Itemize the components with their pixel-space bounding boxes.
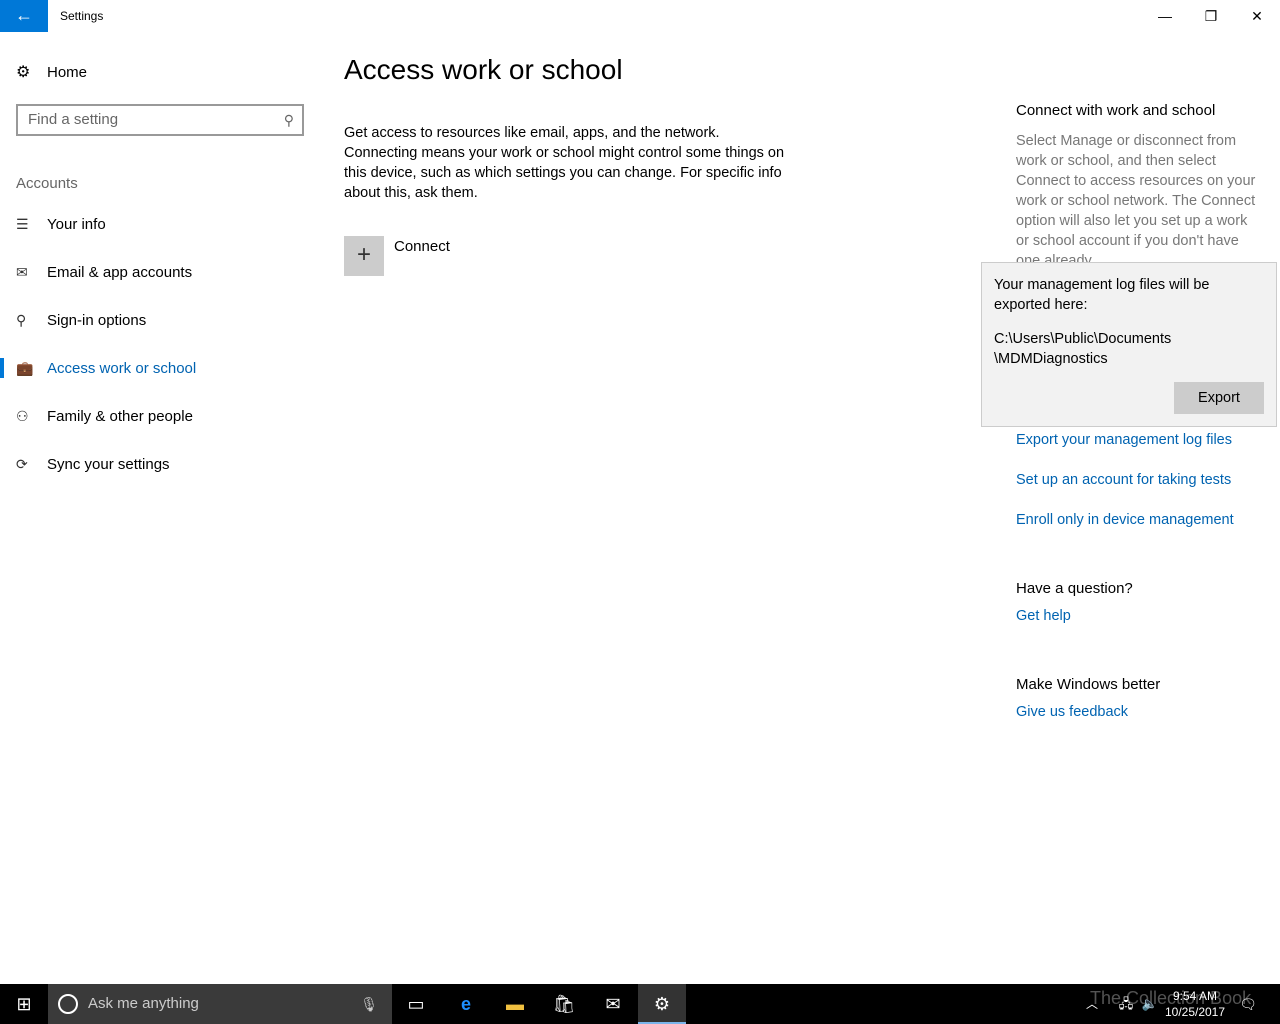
title-bar: ← Settings — ❐ ✕ xyxy=(0,0,1280,32)
briefcase-icon: 💼 xyxy=(16,359,34,376)
nav-label: Email & app accounts xyxy=(47,263,193,281)
show-hidden-icons[interactable]: ︿ xyxy=(1080,984,1104,1024)
help-text: Select Manage or disconnect from work or… xyxy=(1016,133,1256,263)
folder-icon: ▬ xyxy=(506,994,524,1014)
mail-icon: ✉ xyxy=(16,263,28,280)
page-title: Access work or school xyxy=(344,54,623,85)
export-button[interactable]: Export xyxy=(1174,382,1264,414)
nav-label: Sign-in options xyxy=(47,311,147,329)
person-list-icon: ☰ xyxy=(16,215,29,232)
close-button[interactable]: ✕ xyxy=(1234,0,1280,32)
sidebar-item-sign-in[interactable]: ⚲ Sign-in options xyxy=(0,300,320,340)
sidebar-item-your-info[interactable]: ☰ Your info xyxy=(0,204,320,244)
start-button[interactable]: ⊞ xyxy=(0,984,48,1024)
network-button[interactable]: 🖧 xyxy=(1114,984,1138,1024)
nav-label: Access work or school xyxy=(47,359,197,377)
sidebar-item-family[interactable]: ⚇ Family & other people xyxy=(0,396,320,436)
clock[interactable]: 9:54 AM 10/25/2017 xyxy=(1160,988,1230,1020)
nav-label: Your info xyxy=(47,215,106,233)
window-title: Settings xyxy=(60,9,104,23)
volume-button[interactable]: 🔈 xyxy=(1140,984,1160,1024)
microphone-icon: 🎙 xyxy=(360,996,378,1012)
action-center-button[interactable]: 🗨 xyxy=(1236,984,1260,1024)
taskbar: ⊞ Ask me anything 🎙 ▭ e ▬ 🛍 ✉ ⚙ The Colle… xyxy=(0,984,1280,1024)
mail-button[interactable]: ✉ xyxy=(589,984,637,1024)
file-explorer-button[interactable]: ▬ xyxy=(491,984,539,1024)
page-description: Get access to resources like email, apps… xyxy=(344,125,785,201)
home-label: Home xyxy=(47,63,88,81)
connect-button[interactable]: + Connect xyxy=(344,236,450,276)
person-add-icon: ⚇ xyxy=(16,407,29,424)
date: 10/25/2017 xyxy=(1164,1005,1226,1019)
help-heading: Connect with work and school xyxy=(1016,102,1216,119)
flyout-message: Your management log files will be export… xyxy=(994,277,1210,313)
connect-label: Connect xyxy=(394,238,450,255)
back-button[interactable]: ← xyxy=(0,0,48,32)
test-account-link[interactable]: Set up an account for taking tests xyxy=(1016,472,1256,488)
get-help-link[interactable]: Get help xyxy=(1016,608,1256,624)
cortana-icon xyxy=(58,994,78,1014)
store-icon: 🛍 xyxy=(552,994,576,1014)
plus-icon: + xyxy=(344,236,384,276)
task-view-button[interactable]: ▭ xyxy=(392,984,440,1024)
flyout-path-1: C:\Users\Public\Documents xyxy=(994,331,1172,347)
windows-logo-icon: ⊞ xyxy=(16,994,32,1014)
home-link[interactable]: ⚙ Home xyxy=(16,62,87,82)
edge-icon: e xyxy=(460,994,471,1014)
search-input[interactable]: Find a setting ⚲ xyxy=(16,104,304,136)
task-view-icon: ▭ xyxy=(407,994,425,1014)
export-flyout: Your management log files will be export… xyxy=(981,262,1277,427)
key-icon: ⚲ xyxy=(16,311,27,328)
flyout-path-2: \MDMDiagnostics xyxy=(994,351,1108,367)
arrow-left-icon: ← xyxy=(15,5,33,25)
question-heading: Have a question? xyxy=(1016,580,1133,597)
sidebar-item-access-work[interactable]: 💼 Access work or school xyxy=(0,348,320,388)
gear-icon: ⚙ xyxy=(653,994,671,1014)
nav-label: Family & other people xyxy=(47,407,193,425)
nav-label: Sync your settings xyxy=(47,455,170,473)
sidebar-item-sync[interactable]: ⟳ Sync your settings xyxy=(0,444,320,484)
feedback-link[interactable]: Give us feedback xyxy=(1016,704,1256,720)
chevron-up-icon: ︿ xyxy=(1085,997,1098,1011)
edge-button[interactable]: e xyxy=(442,984,490,1024)
notification-icon: 🗨 xyxy=(1239,996,1257,1012)
settings-taskbar-button[interactable]: ⚙ xyxy=(638,984,686,1024)
gear-icon: ⚙ xyxy=(16,64,31,81)
cortana-placeholder: Ask me anything xyxy=(88,995,199,1012)
restore-button[interactable]: ❐ xyxy=(1188,0,1234,32)
enroll-link[interactable]: Enroll only in device management xyxy=(1016,512,1256,528)
export-logs-link[interactable]: Export your management log files xyxy=(1016,432,1256,448)
volume-icon: 🔈 xyxy=(1141,996,1159,1011)
mail-icon: ✉ xyxy=(605,994,621,1014)
cortana-search[interactable]: Ask me anything 🎙 xyxy=(48,984,392,1024)
minimize-button[interactable]: — xyxy=(1142,0,1188,32)
search-placeholder: Find a setting xyxy=(28,111,119,128)
feedback-heading: Make Windows better xyxy=(1016,676,1161,693)
search-icon: ⚲ xyxy=(283,112,294,128)
sync-icon: ⟳ xyxy=(16,455,28,472)
time: 9:54 AM xyxy=(1172,989,1218,1003)
store-button[interactable]: 🛍 xyxy=(540,984,588,1024)
section-heading: Accounts xyxy=(16,175,78,192)
network-icon: 🖧 xyxy=(1118,996,1134,1011)
sidebar-item-email[interactable]: ✉ Email & app accounts xyxy=(0,252,320,292)
